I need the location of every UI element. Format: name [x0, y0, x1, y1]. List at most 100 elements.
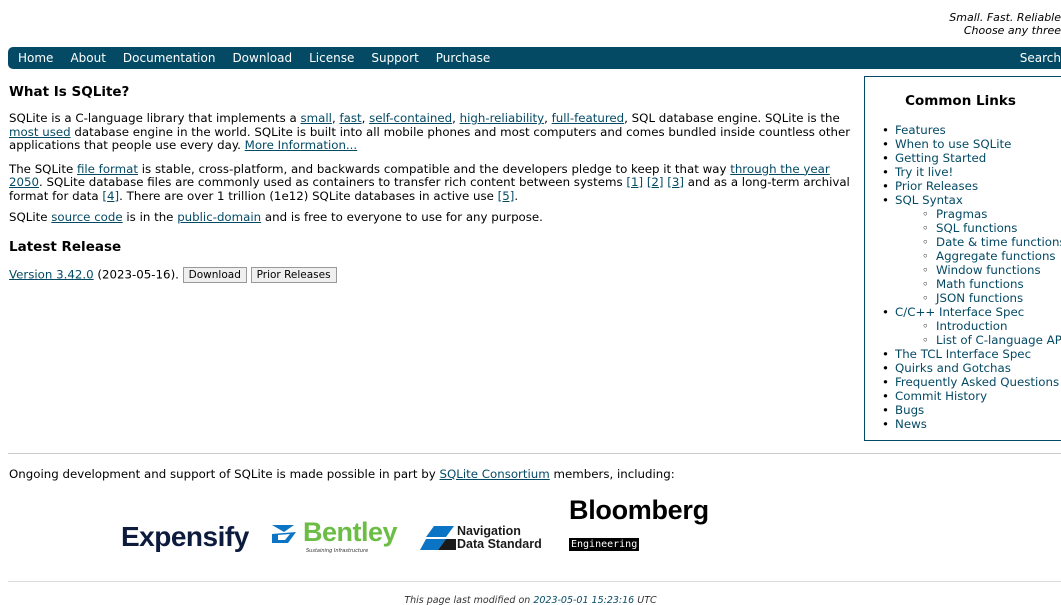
- sidebar-link-when-to-use-sqlite[interactable]: When to use SQLite: [895, 137, 1011, 151]
- bentley-subtitle: Sustaining Infrastructure: [306, 548, 369, 554]
- sidebar-subitem: Date & time functions: [877, 235, 1061, 249]
- nav-about[interactable]: About: [70, 51, 105, 65]
- sidebar-item: SQL Syntax: [877, 193, 1061, 207]
- sidebar-item: Bugs: [877, 403, 1061, 417]
- intro-text: , SQL database engine. SQLite is the: [624, 111, 840, 125]
- sidebar-link-the-tcl-interface-spec[interactable]: The TCL Interface Spec: [895, 347, 1031, 361]
- sidebar-subitem: List of C-language APIs: [877, 333, 1061, 347]
- nav-support[interactable]: Support: [371, 51, 418, 65]
- nav-download[interactable]: Download: [232, 51, 292, 65]
- link-version[interactable]: Version 3.42.0: [9, 267, 94, 281]
- divider: [8, 453, 1061, 454]
- sidebar-subitem: Math functions: [877, 277, 1061, 291]
- page-title: What Is SQLite?: [9, 84, 130, 100]
- release-line: Version 3.42.0 (2023-05-16). Download Pr…: [9, 266, 854, 283]
- sidebar-link-getting-started[interactable]: Getting Started: [895, 151, 986, 165]
- menu-bar: Home About Documentation Download Licens…: [8, 47, 1061, 69]
- sidebar-link-try-it-live[interactable]: Try it live!: [895, 165, 953, 179]
- sidebar-item: Getting Started: [877, 151, 1061, 165]
- sidebar-link-bugs[interactable]: Bugs: [895, 403, 924, 417]
- para-text: .: [514, 188, 519, 203]
- link-more-information[interactable]: More Information...: [245, 138, 358, 152]
- sidebar-link-date-time-functions[interactable]: Date & time functions: [936, 235, 1061, 249]
- link-high-reliability[interactable]: high-reliability: [460, 111, 545, 125]
- expensify-logo[interactable]: Expensify: [121, 521, 249, 553]
- sidebar-link-window-functions[interactable]: Window functions: [936, 263, 1041, 277]
- nav-home[interactable]: Home: [18, 51, 53, 65]
- sidebar-link-commit-history[interactable]: Commit History: [895, 389, 987, 403]
- sidebar-subitem: JSON functions: [877, 291, 1061, 305]
- sep: ,: [361, 111, 370, 125]
- link-most-used[interactable]: most used: [9, 125, 71, 139]
- link-source-code[interactable]: source code: [51, 210, 122, 224]
- main-nav: Home About Documentation Download Licens…: [18, 47, 507, 69]
- sep: ,: [544, 111, 552, 125]
- link-full-featured[interactable]: full-featured: [552, 111, 625, 125]
- link-sqlite-consortium[interactable]: SQLite Consortium: [440, 467, 550, 481]
- link-public-domain[interactable]: public-domain: [177, 210, 261, 224]
- nav-documentation[interactable]: Documentation: [123, 51, 216, 65]
- sidebar-link-sql-syntax[interactable]: SQL Syntax: [895, 193, 963, 207]
- search-link[interactable]: Search: [1020, 51, 1061, 65]
- link-small[interactable]: small: [301, 111, 332, 125]
- footer-text: This page last modified on: [404, 595, 534, 605]
- main-content: What Is SQLite? SQLite is a C-language l…: [9, 84, 854, 293]
- nav-purchase[interactable]: Purchase: [436, 51, 491, 65]
- para-text: is stable, cross-platform, and backwards…: [138, 161, 731, 176]
- sidebar-link-math-functions[interactable]: Math functions: [936, 277, 1024, 291]
- sidebar-item: C/C++ Interface Spec: [877, 305, 1061, 319]
- sidebar-item: The TCL Interface Spec: [877, 347, 1061, 361]
- common-links-list: FeaturesWhen to use SQLiteGetting Starte…: [877, 123, 1061, 431]
- sidebar-link-pragmas[interactable]: Pragmas: [936, 207, 987, 221]
- link-ref-4[interactable]: [4]: [102, 189, 119, 203]
- link-ref-1[interactable]: [1]: [626, 175, 643, 189]
- link-ref-5[interactable]: [5]: [498, 189, 515, 203]
- sidebar-link-sql-functions[interactable]: SQL functions: [936, 221, 1017, 235]
- bloomberg-logo[interactable]: Bloomberg Engineering: [569, 495, 709, 551]
- tagline-line2: Choose any three: [963, 24, 1061, 37]
- sidebar-item: Prior Releases: [877, 179, 1061, 193]
- footer-divider: [8, 581, 1061, 582]
- nds-text: Navigation Data Standard: [457, 525, 542, 551]
- sidebar-item: News: [877, 417, 1061, 431]
- sidebar-link-features[interactable]: Features: [895, 123, 946, 137]
- link-ref-2[interactable]: [2]: [647, 175, 664, 189]
- sidebar-link-news[interactable]: News: [895, 417, 927, 431]
- link-self-contained[interactable]: self-contained: [369, 111, 452, 125]
- sidebar-item: When to use SQLite: [877, 137, 1061, 151]
- sidebar-link-aggregate-functions[interactable]: Aggregate functions: [936, 249, 1056, 263]
- link-file-format[interactable]: file format: [77, 162, 138, 176]
- bentley-b-icon: [272, 525, 296, 543]
- prior-releases-button[interactable]: Prior Releases: [250, 266, 337, 283]
- nav-license[interactable]: License: [309, 51, 354, 65]
- sidebar-link-list-of-c-language-apis[interactable]: List of C-language APIs: [936, 333, 1061, 347]
- link-fast[interactable]: fast: [339, 111, 361, 125]
- consortium-text: Ongoing development and support of SQLit…: [9, 467, 440, 481]
- sidebar-link-c-c-interface-spec[interactable]: C/C++ Interface Spec: [895, 305, 1024, 319]
- sidebar-link-introduction[interactable]: Introduction: [936, 319, 1007, 333]
- tagline-line1: Small. Fast. Reliable: [949, 11, 1061, 24]
- link-ref-3[interactable]: [3]: [667, 175, 684, 189]
- sidebar-link-prior-releases[interactable]: Prior Releases: [895, 179, 978, 193]
- tagline: Small. Fast. Reliable Choose any three: [949, 11, 1061, 37]
- sidebar-item: Frequently Asked Questions: [877, 375, 1061, 389]
- intro-paragraph: SQLite is a C-language library that impl…: [9, 111, 854, 153]
- para-text: and is free to everyone to use for any p…: [261, 210, 543, 224]
- sidebar-link-json-functions[interactable]: JSON functions: [936, 291, 1023, 305]
- sidebar-item: Quirks and Gotchas: [877, 361, 1061, 375]
- download-button[interactable]: Download: [182, 266, 247, 283]
- para-text: The SQLite: [9, 161, 77, 176]
- sidebar-subitem: SQL functions: [877, 221, 1061, 235]
- bentley-wordmark: Bentley: [303, 517, 398, 547]
- sidebar-link-quirks-and-gotchas[interactable]: Quirks and Gotchas: [895, 361, 1011, 375]
- common-links-panel: Common Links FeaturesWhen to use SQLiteG…: [864, 76, 1061, 441]
- consortium-text: members, including:: [549, 467, 675, 481]
- sidebar-link-frequently-asked-questions[interactable]: Frequently Asked Questions: [895, 375, 1059, 389]
- para-text: is in the: [122, 210, 178, 224]
- latest-release-heading: Latest Release: [9, 238, 122, 255]
- para-text: . SQLite database files are commonly use…: [39, 175, 627, 189]
- link-last-modified[interactable]: 2023-05-01 15:23:16: [533, 595, 634, 605]
- footer-text: UTC: [634, 595, 657, 605]
- common-links-title: Common Links: [905, 93, 1016, 109]
- file-format-paragraph: The SQLite file format is stable, cross-…: [9, 161, 854, 204]
